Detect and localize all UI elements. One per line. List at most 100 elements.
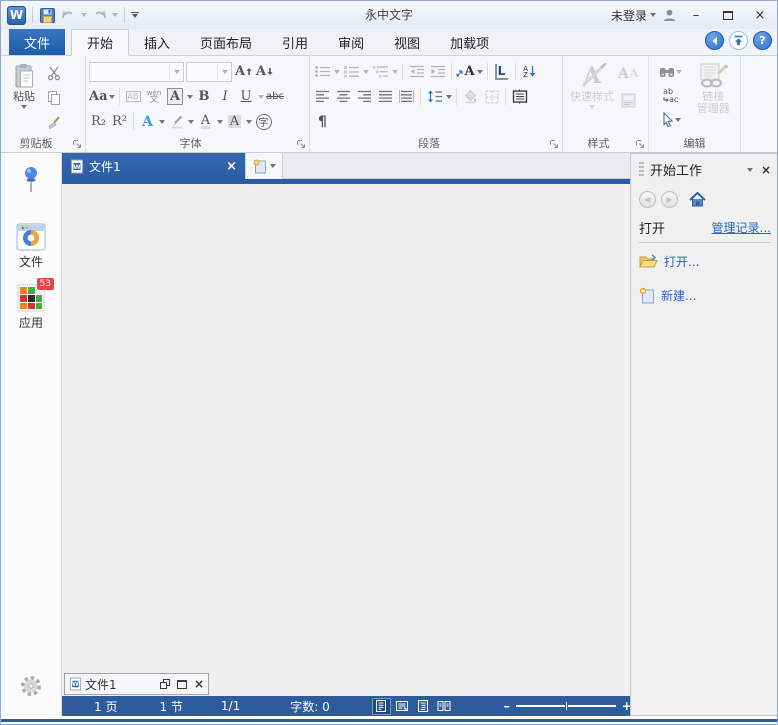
- tab-addins[interactable]: 加载项: [435, 29, 504, 55]
- highlighter-button[interactable]: [167, 111, 186, 132]
- shrink-font-button[interactable]: A: [255, 61, 274, 82]
- minimized-document-window[interactable]: W 文件1 ×: [64, 673, 209, 695]
- font-color-caret[interactable]: [217, 120, 223, 124]
- align-right-button[interactable]: [355, 86, 374, 107]
- tab-page-layout[interactable]: 页面布局: [185, 29, 267, 55]
- zoom-out-button[interactable]: –: [504, 699, 510, 713]
- increase-indent-button[interactable]: [428, 61, 447, 82]
- underline-button[interactable]: U: [237, 86, 256, 107]
- view-web-layout-button[interactable]: [393, 698, 412, 715]
- pane-forward-button[interactable]: ▶: [661, 191, 678, 208]
- find-button[interactable]: [659, 61, 682, 82]
- cut-button[interactable]: [44, 62, 63, 83]
- tab-references[interactable]: 引用: [267, 29, 323, 55]
- show-marks-button[interactable]: ¶: [313, 111, 332, 132]
- shading-button[interactable]: [461, 86, 480, 107]
- minimize-button[interactable]: –: [683, 5, 709, 25]
- maximize-window-icon[interactable]: [177, 680, 187, 689]
- style-set-button[interactable]: [618, 90, 638, 111]
- line-spacing-button[interactable]: [425, 86, 444, 107]
- font-dialog-launcher[interactable]: [296, 139, 306, 149]
- collapse-ribbon-button[interactable]: [729, 31, 748, 50]
- save-icon[interactable]: [39, 7, 56, 24]
- status-page-count[interactable]: 1 页: [94, 698, 117, 715]
- zoom-slider-thumb[interactable]: [565, 701, 568, 711]
- bold-button[interactable]: B: [195, 86, 214, 107]
- phonetic-guide-button[interactable]: wén文: [145, 86, 164, 107]
- text-effects-caret[interactable]: [159, 120, 165, 124]
- copy-button[interactable]: [44, 87, 63, 108]
- login-status[interactable]: 未登录: [611, 7, 656, 24]
- change-case-button[interactable]: Aa: [89, 86, 115, 107]
- tab-file[interactable]: 文件: [9, 29, 65, 55]
- zoom-slider[interactable]: [516, 705, 616, 707]
- clipboard-dialog-launcher[interactable]: [72, 139, 82, 149]
- link-manager-button[interactable]: 链接管理器: [690, 59, 737, 130]
- font-color-button[interactable]: A: [196, 111, 215, 132]
- tab-home[interactable]: 开始: [71, 29, 129, 56]
- document-tab-close-icon[interactable]: ×: [226, 159, 237, 174]
- character-shading-button[interactable]: A: [225, 111, 244, 132]
- distribute-button[interactable]: [397, 86, 416, 107]
- char-border-caret[interactable]: [187, 95, 193, 99]
- status-page-position[interactable]: 1/1: [221, 699, 240, 713]
- bullet-list-caret[interactable]: [334, 70, 340, 74]
- character-border-button[interactable]: A: [166, 86, 185, 107]
- bullet-list-button[interactable]: [313, 61, 332, 82]
- status-word-count[interactable]: 字数: 0: [290, 698, 330, 715]
- restore-window-icon[interactable]: [160, 679, 170, 689]
- undo-dropdown-caret[interactable]: [81, 13, 87, 17]
- tab-insert[interactable]: 插入: [129, 29, 185, 55]
- align-center-button[interactable]: [334, 86, 353, 107]
- pane-back-button[interactable]: ◀: [639, 191, 656, 208]
- character-shading-caret[interactable]: [246, 120, 252, 124]
- manage-records-link[interactable]: 管理记录...: [712, 219, 771, 236]
- align-left-button[interactable]: [313, 86, 332, 107]
- help-button[interactable]: ?: [753, 31, 772, 50]
- sidebar-item-apps[interactable]: 53 应用: [17, 284, 45, 331]
- superscript-button[interactable]: R²: [110, 111, 129, 132]
- close-button[interactable]: ×: [747, 5, 773, 25]
- number-list-button[interactable]: [342, 61, 361, 82]
- character-scale-caret[interactable]: [477, 70, 483, 74]
- pushpin-icon[interactable]: [20, 165, 42, 195]
- pane-menu-caret[interactable]: [747, 168, 753, 172]
- underline-caret[interactable]: [258, 95, 264, 99]
- status-section-count[interactable]: 1 节: [159, 698, 182, 715]
- highlighter-caret[interactable]: [188, 120, 194, 124]
- maximize-button[interactable]: [715, 5, 741, 25]
- new-file-link[interactable]: 新建...: [639, 287, 771, 304]
- tab-review[interactable]: 审阅: [323, 29, 379, 55]
- open-file-link[interactable]: 打开...: [639, 253, 771, 270]
- pane-close-icon[interactable]: ×: [761, 163, 771, 177]
- grow-font-button[interactable]: A: [234, 61, 253, 82]
- clear-format-button[interactable]: AB: [124, 86, 143, 107]
- sidebar-item-files[interactable]: 文件: [16, 223, 46, 270]
- font-name-combo[interactable]: [89, 62, 184, 82]
- justify-button[interactable]: [376, 86, 395, 107]
- settings-gear-icon[interactable]: [19, 674, 43, 698]
- pane-grip-handle[interactable]: [639, 162, 644, 178]
- tab-stop-button[interactable]: L: [492, 61, 511, 82]
- paragraph-dialog-launcher[interactable]: [549, 139, 559, 149]
- borders-button[interactable]: [482, 86, 501, 107]
- app-icon[interactable]: W: [7, 6, 26, 25]
- italic-button[interactable]: I: [216, 86, 235, 107]
- multilevel-list-caret[interactable]: [392, 70, 398, 74]
- strikethrough-button[interactable]: abc: [266, 86, 285, 107]
- style-dialog-launcher[interactable]: [635, 139, 645, 149]
- text-effects-button[interactable]: A: [138, 111, 157, 132]
- replace-button[interactable]: ab ac: [661, 85, 680, 106]
- sort-button[interactable]: AZ: [520, 61, 539, 82]
- font-size-combo[interactable]: [186, 62, 232, 82]
- multilevel-list-button[interactable]: [371, 61, 390, 82]
- decrease-indent-button[interactable]: [407, 61, 426, 82]
- pane-home-icon[interactable]: [689, 192, 706, 207]
- paste-button[interactable]: 粘贴: [4, 59, 44, 133]
- view-outline-button[interactable]: [414, 698, 433, 715]
- format-painter-button[interactable]: [44, 112, 63, 133]
- redo-dropdown-caret[interactable]: [112, 13, 118, 17]
- character-scale-button[interactable]: A: [456, 61, 475, 82]
- tab-view[interactable]: 视图: [379, 29, 435, 55]
- document-tab-active[interactable]: W 文件1 ×: [62, 153, 245, 179]
